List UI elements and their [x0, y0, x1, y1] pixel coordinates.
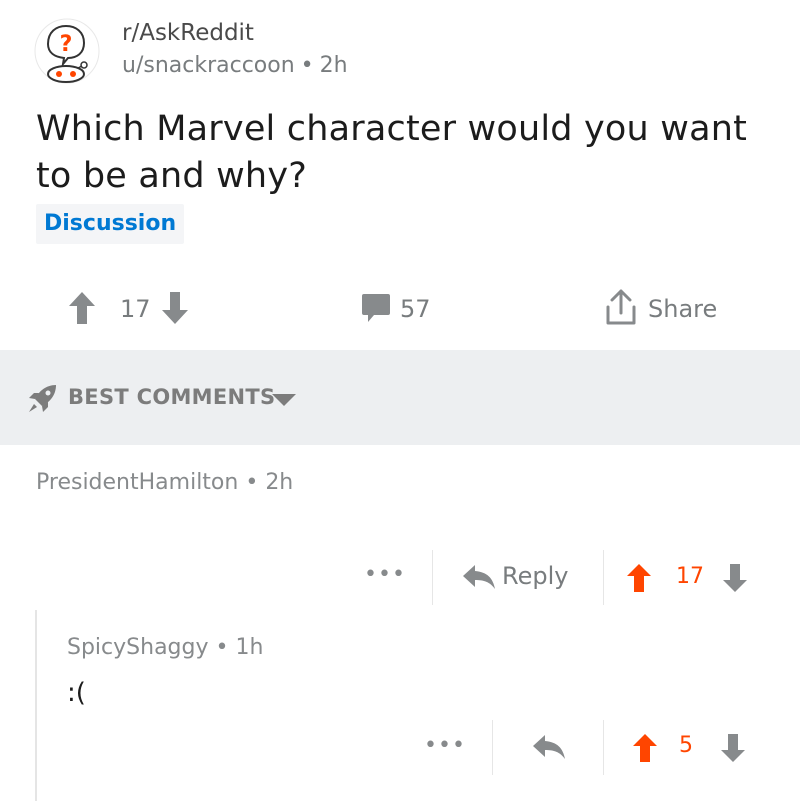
comment-meta: SpicyShaggy • 1h — [67, 635, 263, 660]
comment-author[interactable]: SpicyShaggy — [67, 635, 209, 660]
downvote-button[interactable] — [161, 291, 189, 329]
meta-separator: • — [208, 635, 236, 660]
askreddit-snoo-icon[interactable]: ? — [34, 18, 100, 84]
comments-count[interactable]: 57 — [400, 294, 431, 324]
arrow-down-icon — [721, 734, 745, 762]
upvote-button[interactable] — [68, 291, 96, 329]
divider — [492, 720, 493, 775]
reply-icon[interactable] — [462, 564, 496, 594]
comment-age: 1h — [235, 635, 264, 660]
post-title[interactable]: Which Marvel character would you want to… — [36, 106, 756, 200]
divider — [603, 550, 604, 605]
post-author[interactable]: u/snackraccoon — [122, 53, 295, 78]
arrow-up-icon — [633, 734, 657, 762]
post-age: 2h — [319, 53, 348, 78]
meta-separator: • — [238, 470, 266, 495]
comment-upvote-button[interactable] — [632, 733, 658, 767]
post-meta: u/snackraccoon • 2h — [122, 53, 348, 78]
comment-author[interactable]: PresidentHamilton — [36, 470, 238, 495]
post-flair[interactable]: Discussion — [36, 204, 185, 244]
reply-icon[interactable] — [532, 734, 566, 764]
comment-score: 5 — [679, 733, 693, 758]
share-button[interactable]: Share — [648, 294, 717, 324]
comment-upvote-button[interactable] — [626, 563, 652, 597]
thread-line[interactable] — [35, 610, 37, 801]
svg-text:?: ? — [60, 32, 73, 57]
comment-score: 17 — [676, 564, 704, 589]
comment-body: :( — [67, 678, 86, 708]
arrow-up-icon — [69, 292, 95, 324]
share-icon[interactable] — [604, 289, 638, 331]
divider — [432, 550, 433, 605]
comment-age: 2h — [265, 470, 294, 495]
reply-button[interactable]: Reply — [502, 562, 568, 590]
sort-dropdown-label[interactable]: BEST COMMENTS — [68, 383, 275, 411]
comment-downvote-button[interactable] — [720, 733, 746, 767]
comment-downvote-button[interactable] — [722, 563, 748, 597]
subreddit-name[interactable]: r/AskReddit — [122, 20, 254, 46]
arrow-down-icon — [162, 292, 188, 324]
more-options-button[interactable]: ••• — [424, 733, 466, 758]
comment-meta: PresidentHamilton • 2h — [36, 470, 293, 495]
arrow-down-icon — [723, 564, 747, 592]
more-options-button[interactable]: ••• — [364, 562, 406, 587]
comment-bubble-icon[interactable] — [361, 292, 391, 328]
divider — [603, 720, 604, 775]
meta-separator: • — [300, 53, 314, 78]
post-score: 17 — [120, 295, 151, 323]
chevron-down-icon[interactable] — [271, 392, 297, 411]
rocket-icon[interactable] — [26, 383, 58, 419]
arrow-up-icon — [627, 564, 651, 592]
